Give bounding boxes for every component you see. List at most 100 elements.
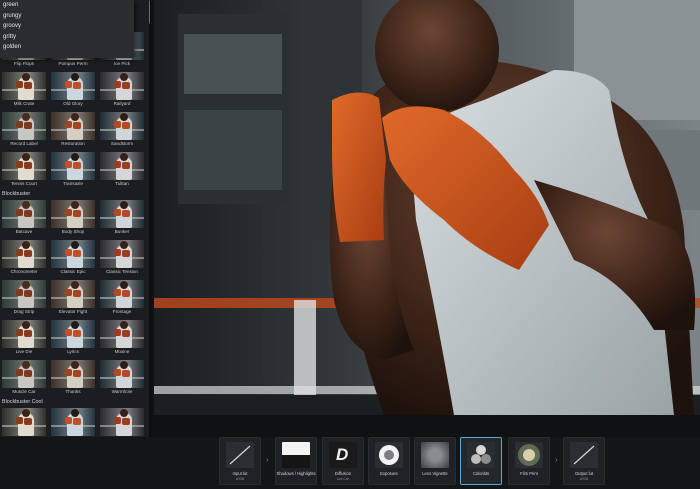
node-label: Shadows / Highlights — [276, 471, 316, 476]
lut-tile[interactable]: Sandstorm — [98, 110, 146, 150]
lut-tile-label: Muscle Car — [12, 389, 36, 394]
lut-tile[interactable]: Classic Tension — [98, 238, 146, 278]
lut-tile[interactable]: Railyard — [98, 70, 146, 110]
lut-tile[interactable]: Body Shop — [49, 198, 97, 238]
node-vignette[interactable]: Lens Vignette — [414, 437, 456, 485]
lut-tile[interactable]: Record Label — [0, 110, 48, 150]
lut-tile[interactable]: Live Die — [0, 318, 48, 358]
lut-tile[interactable]: Transaxle — [49, 150, 97, 190]
lut-row: Milk Crate Old Glory Railyard — [0, 70, 150, 110]
lut-thumbnail-image — [2, 280, 46, 308]
lut-tile[interactable]: Muscle Car — [0, 358, 48, 398]
lut-tile[interactable]: Elevator Fight — [49, 278, 97, 318]
lut-tile-label: Restoration — [61, 141, 85, 146]
lut-tile-label: Bunker — [114, 229, 130, 234]
lut-tile-label: Sandstorm — [110, 141, 134, 146]
lut-tile[interactable]: Frontage — [98, 278, 146, 318]
viewer-image — [154, 0, 700, 415]
lut-tile-label: Tennis Court — [11, 181, 37, 186]
lut-row: Tennis Court Transaxle Tulitan — [0, 150, 150, 190]
output-curve-icon — [570, 442, 598, 468]
lut-thumbnail-image — [51, 72, 95, 100]
dropdown-option-4[interactable]: golden — [0, 42, 134, 53]
browser-scroll-thumb[interactable] — [149, 0, 150, 24]
lut-thumbnail-image — [51, 320, 95, 348]
lut-tile-label: Record Label — [10, 141, 38, 146]
lut-tile[interactable] — [49, 406, 97, 437]
lut-tile-label: Old Glory — [63, 101, 83, 106]
lut-tile[interactable]: Moxine — [98, 318, 146, 358]
lut-row: Batcave Body Shop Bunker — [0, 198, 150, 238]
lut-tile[interactable]: Lyrics — [49, 318, 97, 358]
dropdown-option-1[interactable]: grungy — [0, 11, 134, 22]
node-label: Film Print — [520, 471, 538, 476]
lut-thumbnail-image — [100, 112, 144, 140]
node-colorists[interactable]: Colorists — [460, 437, 502, 485]
lut-tile[interactable]: Restoration — [49, 110, 97, 150]
lut-tile[interactable]: Classic Epic — [49, 238, 97, 278]
lut-tile[interactable]: Drag Strip — [0, 278, 48, 318]
lut-tile[interactable]: Thanks — [49, 358, 97, 398]
lut-tile-label: Batcave — [15, 229, 33, 234]
lut-tile-label: Classic Tension — [106, 269, 138, 274]
node-label: Exposure — [380, 471, 398, 476]
lut-tile-label: Drag Strip — [13, 309, 35, 314]
lut-tile-label: Elevator Fight — [58, 309, 88, 314]
lut-tile-label: Classic Epic — [60, 269, 86, 274]
node-output-curve[interactable]: Output lut sRGB — [563, 437, 605, 485]
lut-row: Muscle Car Thanks Warmhole — [0, 358, 150, 398]
dropdown-option-2[interactable]: groovy — [0, 21, 134, 32]
lut-tile[interactable]: Milk Crate — [0, 70, 48, 110]
category-dropdown-menu[interactable]: green grungy groovy gritty golden — [0, 0, 134, 58]
lut-tile-label: Ice Pick — [113, 61, 131, 66]
lut-thumbnail-image — [2, 240, 46, 268]
lut-tile-label: Frontage — [112, 309, 132, 314]
lut-tile-label: Moxine — [114, 349, 130, 354]
node-diffusion[interactable]: D Diffusion Low Con — [322, 437, 364, 485]
lut-tile[interactable] — [0, 406, 48, 437]
lut-tile-label: Transaxle — [63, 181, 83, 186]
node-label: Diffusion — [334, 471, 352, 476]
node-sublabel: sRGB — [579, 477, 589, 481]
lut-tile[interactable]: Warmhole — [98, 358, 146, 398]
node-sublabel: Low Con — [336, 477, 350, 481]
node-shadows-highlights[interactable]: Shadows / Highlights — [275, 437, 317, 485]
lut-thumbnail-image — [100, 280, 144, 308]
browser-scrollbar[interactable] — [149, 0, 150, 437]
image-viewer[interactable] — [154, 0, 700, 415]
dropdown-option-3[interactable]: gritty — [0, 32, 134, 43]
lut-tile[interactable] — [98, 406, 146, 437]
lut-thumbnail-image — [100, 320, 144, 348]
lut-tile-label: Thanks — [65, 389, 81, 394]
lut-row: Chronometer Classic Epic Classic Tension — [0, 238, 150, 278]
lut-tile-label: Live Die — [15, 349, 33, 354]
lut-thumbnail-image — [51, 360, 95, 388]
lut-tile[interactable]: Tulitan — [98, 150, 146, 190]
colorists-icon — [467, 442, 495, 468]
lut-tile[interactable]: Batcave — [0, 198, 48, 238]
lut-tile[interactable]: Bunker — [98, 198, 146, 238]
lut-thumbnail-image — [2, 200, 46, 228]
lut-tile[interactable]: Old Glory — [49, 70, 97, 110]
lut-tile-label: Milk Crate — [13, 101, 35, 106]
lut-thumbnail-image — [51, 408, 95, 436]
lut-tile[interactable]: Chronometer — [0, 238, 48, 278]
lut-row: Record Label Restoration Sandstorm — [0, 110, 150, 150]
node-exposure[interactable]: Exposure — [368, 437, 410, 485]
lut-section-title[interactable]: Blockbuster — [2, 191, 30, 197]
lut-thumbnail-image — [100, 72, 144, 100]
lut-thumbnail-image — [100, 408, 144, 436]
app-window: green grungy groovy gritty golden Flip Flops… — [0, 0, 700, 489]
lut-section-title[interactable]: Blockbuster Cool — [2, 399, 43, 405]
node-film-print[interactable]: Film Print — [508, 437, 550, 485]
lut-thumbnail-image — [100, 200, 144, 228]
input-curve-icon — [226, 442, 254, 468]
lut-row — [0, 406, 150, 437]
node-input-curve[interactable]: Input lut sRGB — [219, 437, 261, 485]
dropdown-option-0[interactable]: green — [0, 0, 134, 11]
node-label: Lens Vignette — [422, 471, 448, 476]
lut-tile[interactable]: Tennis Court — [0, 150, 48, 190]
lut-tile-label: Railyard — [113, 101, 131, 106]
node-label: Colorists — [472, 471, 490, 476]
lut-thumbnail-image — [2, 72, 46, 100]
